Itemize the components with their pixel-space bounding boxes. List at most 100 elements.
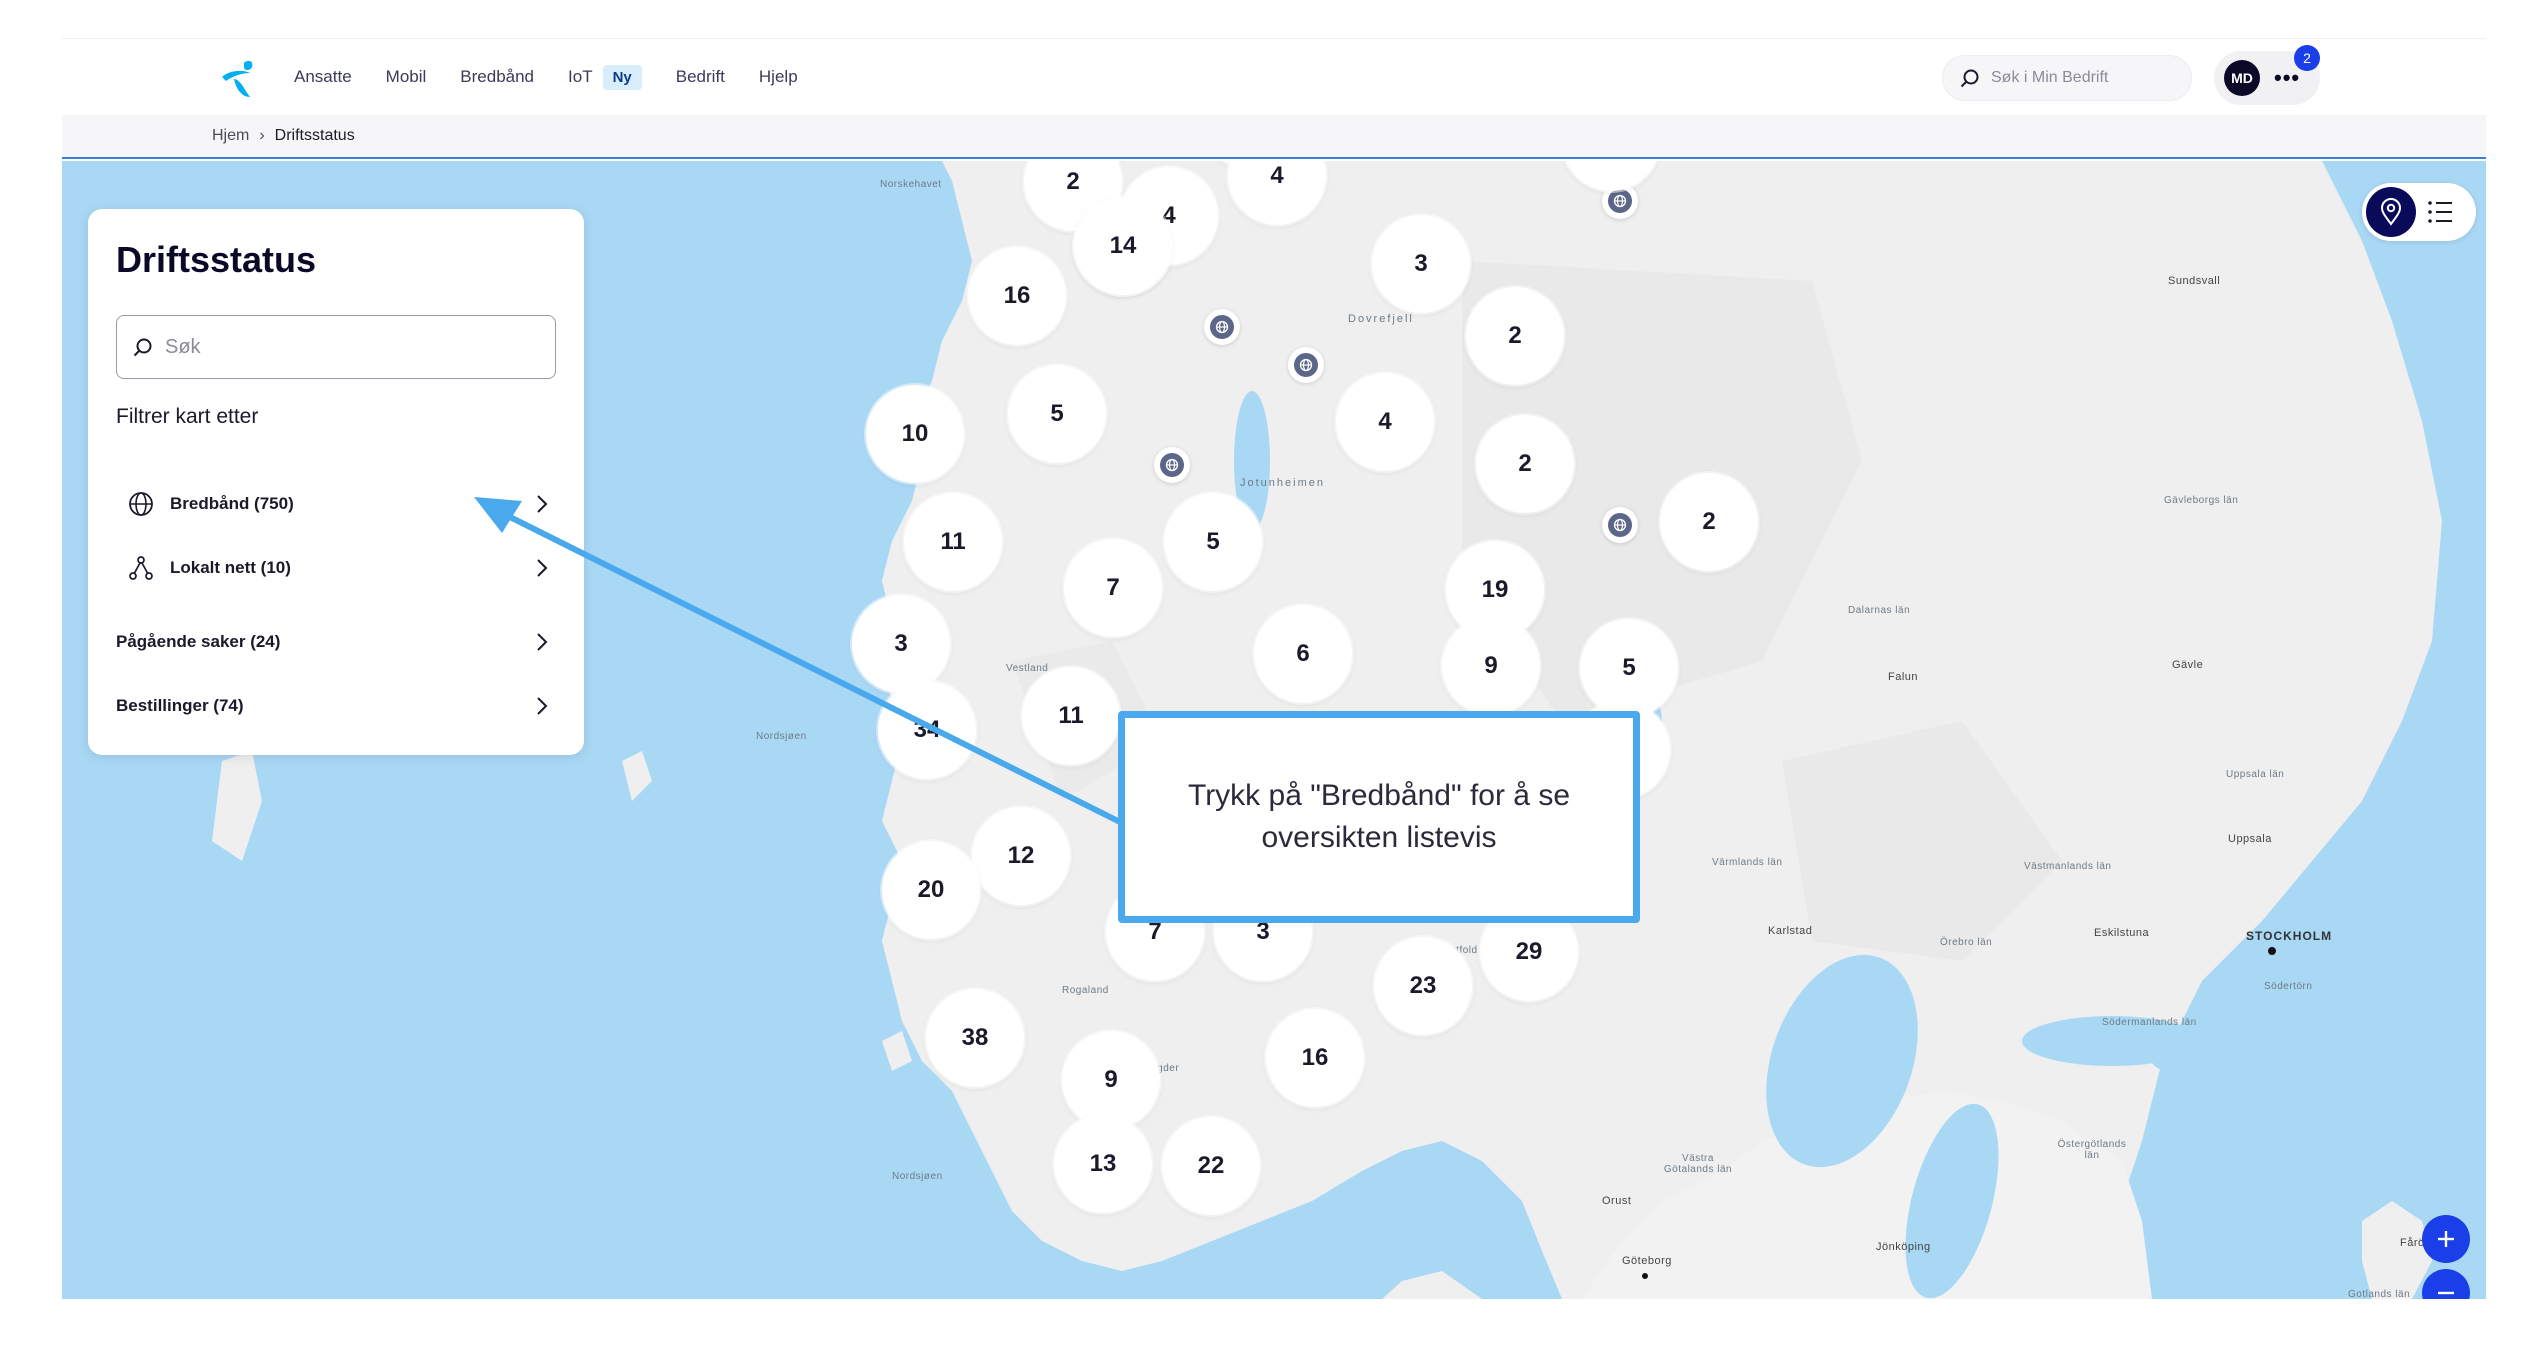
chevron-right-icon bbox=[537, 495, 548, 513]
cluster-marker[interactable]: 23 bbox=[1374, 937, 1472, 1035]
app-frame: Ansatte Mobil Bredbånd IoT Ny Bedrift Hje… bbox=[62, 38, 2486, 1299]
cluster-marker[interactable]: 16 bbox=[968, 247, 1066, 345]
map-label: Karlstad bbox=[1768, 925, 1813, 937]
notification-badge[interactable]: 2 bbox=[2294, 45, 2320, 71]
map-label: Uppsala län bbox=[2226, 769, 2285, 780]
nav-bredband[interactable]: Bredbånd bbox=[460, 67, 534, 87]
map-label: Uppsala bbox=[2228, 833, 2272, 845]
cluster-marker[interactable]: 7 bbox=[1064, 539, 1162, 637]
main-nav: Ansatte Mobil Bredbånd IoT Ny Bedrift Hje… bbox=[294, 39, 832, 115]
nav-bedrift[interactable]: Bedrift bbox=[676, 67, 725, 87]
cluster-marker[interactable]: 2 bbox=[1660, 473, 1758, 571]
city-dot bbox=[2268, 947, 2276, 955]
page-title: Driftsstatus bbox=[116, 239, 317, 280]
map-label: Dovrefjell bbox=[1348, 313, 1414, 325]
filter-label: Bestillinger (74) bbox=[116, 696, 244, 715]
cluster-marker[interactable]: 34 bbox=[878, 681, 976, 779]
nav-hjelp[interactable]: Hjelp bbox=[759, 67, 798, 87]
cluster-marker[interactable]: 2 bbox=[1476, 415, 1574, 513]
cluster-marker[interactable]: 6 bbox=[1254, 605, 1352, 703]
map-label: Orust bbox=[1602, 1195, 1632, 1207]
filter-label: Pågående saker (24) bbox=[116, 632, 281, 651]
map-label: Falun bbox=[1888, 671, 1919, 683]
search-input[interactable]: Søk bbox=[116, 315, 556, 379]
cluster-marker[interactable]: 4 bbox=[1336, 373, 1434, 471]
avatar: MD bbox=[2224, 60, 2260, 96]
cluster-marker[interactable]: 5 bbox=[1164, 493, 1262, 591]
filter-pagaende-saker[interactable]: Pågående saker (24) bbox=[116, 615, 548, 669]
cluster-marker[interactable]: 13 bbox=[1054, 1115, 1152, 1213]
breadcrumb-home[interactable]: Hjem bbox=[212, 127, 249, 145]
list-view-icon[interactable] bbox=[2426, 197, 2454, 227]
map-label: Östergötlands län bbox=[2057, 1139, 2127, 1161]
map-label: Jönköping bbox=[1876, 1241, 1931, 1253]
map-view-button[interactable] bbox=[2366, 187, 2416, 237]
filter-bestillinger[interactable]: Bestillinger (74) bbox=[116, 679, 548, 733]
map-label: Sundsvall bbox=[2168, 275, 2221, 287]
map-label: Rogaland bbox=[1062, 985, 1109, 996]
map-label: Västra Götalands län bbox=[1663, 1153, 1733, 1175]
map-label: STOCKHOLM bbox=[2246, 929, 2333, 943]
chevron-right-icon bbox=[537, 559, 548, 577]
map-label: Dalarnas län bbox=[1848, 605, 1911, 616]
cluster-marker[interactable]: 9 bbox=[1062, 1031, 1160, 1129]
telia-logo[interactable] bbox=[214, 57, 260, 101]
broadband-pin[interactable] bbox=[1154, 447, 1190, 483]
map-label: Göteborg bbox=[1622, 1255, 1672, 1267]
chevron-right-icon bbox=[537, 697, 548, 715]
cluster-marker[interactable]: 3 bbox=[852, 595, 950, 693]
new-badge: Ny bbox=[602, 64, 642, 90]
map-view[interactable]: Norskehavet Dovrefjell dane Jotunheimen … bbox=[62, 161, 2486, 1299]
broadband-pin[interactable] bbox=[1288, 347, 1324, 383]
nav-iot[interactable]: IoT Ny bbox=[568, 64, 642, 90]
breadcrumb-current: Driftsstatus bbox=[274, 127, 355, 144]
map-label: Västmanlands län bbox=[2024, 861, 2112, 872]
filter-bredband[interactable]: Bredbånd (750) bbox=[128, 477, 548, 531]
map-label: Gävle bbox=[2172, 659, 2204, 671]
globe-icon bbox=[1299, 358, 1313, 372]
map-label: Södertörn bbox=[2264, 981, 2313, 992]
view-toggle bbox=[2362, 183, 2476, 241]
map-label: Eskilstuna bbox=[2094, 927, 2150, 939]
map-label: Jotunheimen bbox=[1240, 477, 1325, 489]
broadband-pin[interactable] bbox=[1602, 507, 1638, 543]
broadband-pin[interactable] bbox=[1204, 309, 1240, 345]
cluster-marker[interactable]: 9 bbox=[1442, 617, 1540, 715]
driftsstatus-panel: Driftsstatus Søk Filtrer kart etter Bred… bbox=[88, 209, 584, 755]
cluster-marker[interactable]: 16 bbox=[1266, 1009, 1364, 1107]
tooltip-callout: Trykk på "Bredbånd" for å se oversikten … bbox=[1118, 711, 1640, 923]
cluster-marker[interactable]: 3 bbox=[1372, 215, 1470, 313]
network-icon bbox=[128, 555, 154, 581]
cluster-marker[interactable]: 11 bbox=[904, 493, 1002, 591]
cluster-marker[interactable]: 12 bbox=[972, 807, 1070, 905]
nav-mobil[interactable]: Mobil bbox=[386, 67, 427, 87]
minus-icon bbox=[2438, 1291, 2454, 1295]
globe-icon bbox=[1165, 458, 1179, 472]
cluster-marker[interactable]: 14 bbox=[1074, 197, 1172, 295]
plus-icon bbox=[2438, 1231, 2454, 1247]
city-dot bbox=[1642, 1273, 1648, 1279]
cluster-marker[interactable]: 2 bbox=[1466, 287, 1564, 385]
global-search-input[interactable]: Søk i Min Bedrift bbox=[1942, 55, 2192, 101]
map-label: Örebro län bbox=[1940, 937, 1993, 948]
cluster-marker[interactable]: 38 bbox=[926, 989, 1024, 1087]
breadcrumb: Hjem › Driftsstatus bbox=[212, 127, 355, 145]
nav-ansatte[interactable]: Ansatte bbox=[294, 67, 352, 87]
chevron-right-icon bbox=[537, 633, 548, 651]
cluster-marker[interactable]: 11 bbox=[1022, 667, 1120, 765]
cluster-marker[interactable]: 22 bbox=[1162, 1117, 1260, 1215]
cluster-marker[interactable]: 20 bbox=[882, 841, 980, 939]
more-icon: ••• bbox=[2274, 65, 2301, 90]
map-label: Vestland bbox=[1006, 663, 1049, 674]
cluster-marker[interactable]: 5 bbox=[1008, 365, 1106, 463]
map-label: Gävleborgs län bbox=[2164, 495, 2239, 506]
globe-icon bbox=[128, 491, 154, 517]
breadcrumb-bar: Hjem › Driftsstatus bbox=[62, 115, 2486, 159]
filter-lokalt-nett[interactable]: Lokalt nett (10) bbox=[128, 541, 548, 595]
cluster-marker[interactable]: 10 bbox=[866, 385, 964, 483]
globe-icon bbox=[1613, 194, 1627, 208]
filter-label: Lokalt nett (10) bbox=[170, 558, 291, 577]
zoom-in-button[interactable] bbox=[2422, 1215, 2470, 1263]
map-label: Nordsjøen bbox=[756, 731, 807, 742]
map-label: Södermanlands län bbox=[2102, 1017, 2197, 1028]
